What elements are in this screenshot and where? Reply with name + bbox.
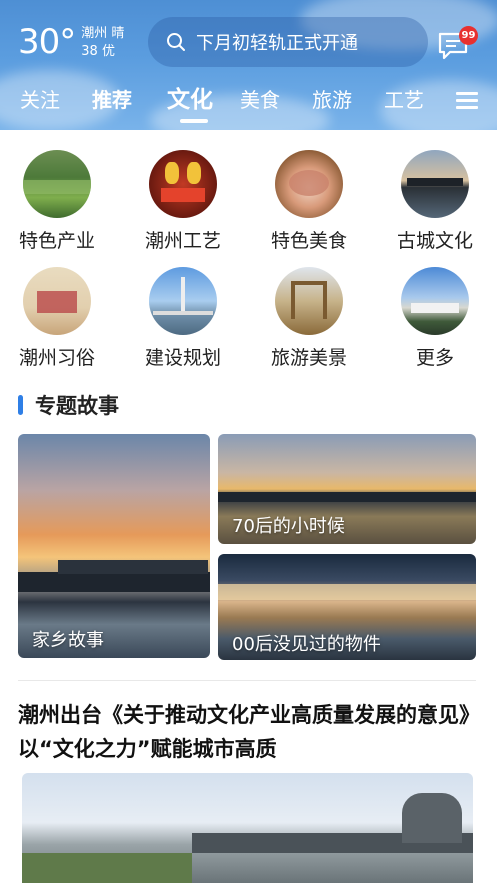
- city-weather: 潮州 晴: [81, 26, 125, 41]
- tab-recommend[interactable]: 推荐: [92, 84, 132, 116]
- message-badge: 99: [459, 26, 478, 45]
- divider: [18, 680, 476, 681]
- custom-icon: [23, 267, 91, 335]
- story-card-hometown[interactable]: 家乡故事: [18, 434, 210, 658]
- archway-icon: [275, 267, 343, 335]
- category-more[interactable]: 更多: [380, 267, 490, 370]
- tab-culture[interactable]: 文化: [167, 84, 213, 116]
- air-quality: 38 优: [81, 44, 115, 59]
- more-icon: [401, 267, 469, 335]
- menu-icon[interactable]: [456, 92, 478, 110]
- category-scenery[interactable]: 旅游美景: [254, 267, 364, 370]
- tab-travel[interactable]: 旅游: [312, 84, 352, 116]
- search-placeholder: 下月初轻轨正式开通: [196, 33, 358, 54]
- category-craft[interactable]: 潮州工艺: [128, 150, 238, 253]
- story-caption: 00后没见过的物件: [232, 634, 381, 655]
- section-title: 专题故事: [18, 390, 119, 420]
- tab-craft[interactable]: 工艺: [384, 84, 424, 116]
- food-icon: [275, 150, 343, 218]
- search-bar[interactable]: 下月初轻轨正式开通: [148, 17, 428, 67]
- category-planning[interactable]: 建设规划: [128, 267, 238, 370]
- category-food[interactable]: 特色美食: [254, 150, 364, 253]
- tab-follow[interactable]: 关注: [20, 84, 60, 116]
- category-old-city[interactable]: 古城文化: [380, 150, 490, 253]
- story-card-00s[interactable]: 00后没见过的物件: [218, 554, 476, 660]
- news-headline[interactable]: 潮州出台《关于推动文化产业高质量发展的意见》以“文化之力”赋能城市高质: [18, 698, 480, 766]
- temperature: 30°: [18, 22, 76, 62]
- news-image[interactable]: [22, 773, 473, 883]
- bridge-icon: [401, 150, 469, 218]
- active-tab-indicator: [180, 119, 208, 123]
- story-card-70s[interactable]: 70后的小时候: [218, 434, 476, 544]
- weather-widget[interactable]: 30° 潮州 晴 38 优: [18, 22, 124, 62]
- channel-tabs: 关注 推荐 文化 美食 旅游 工艺: [0, 84, 497, 124]
- category-industry[interactable]: 特色产业: [2, 150, 112, 253]
- tea-field-icon: [23, 150, 91, 218]
- story-caption: 70后的小时候: [232, 516, 345, 537]
- section-marker: [18, 395, 23, 415]
- search-icon: [167, 33, 185, 51]
- category-customs[interactable]: 潮州习俗: [2, 267, 112, 370]
- app-header: 30° 潮州 晴 38 优 下月初轻轨正式开通 99 关注 推荐 文化 美食 旅…: [0, 0, 497, 130]
- tab-food[interactable]: 美食: [240, 84, 280, 116]
- story-caption: 家乡故事: [32, 630, 104, 651]
- lantern-craft-icon: [149, 150, 217, 218]
- cable-bridge-icon: [149, 267, 217, 335]
